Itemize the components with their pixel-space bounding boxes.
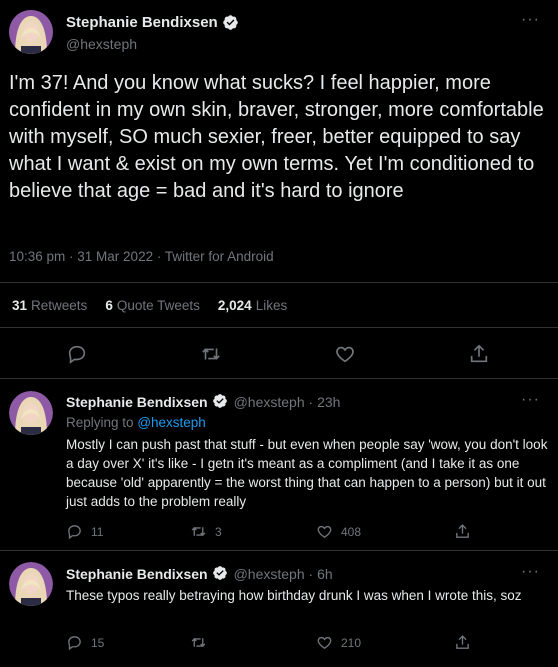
quote-tweets-stat[interactable]: 6 Quote Tweets [105,298,200,313]
engagement-stats: 31 Retweets 6 Quote Tweets 2,024 Likes [12,298,305,313]
like-action[interactable]: 210 [316,634,361,651]
reply-action[interactable]: 15 [66,634,104,651]
author-name[interactable]: Stephanie Bendixsen [66,14,218,31]
quote-tweets-count: 6 [105,298,113,313]
share-icon[interactable] [468,343,490,365]
reply-icon [66,634,83,651]
author-name[interactable]: Stephanie Bendixsen [66,566,208,582]
verified-badge-icon [222,14,239,31]
retweets-label: Retweets [31,298,88,313]
like-icon[interactable] [334,343,356,365]
author-handle[interactable]: @hexsteph [66,36,137,52]
replying-to-handle[interactable]: @hexsteph [137,415,206,430]
handle-timestamp[interactable]: @hexsteph · 6h [234,566,333,582]
verified-badge-icon [212,393,229,410]
verified-badge-icon [212,565,229,582]
replying-to-label: Replying to [66,415,134,430]
retweet-icon [190,634,207,651]
reply-header: Stephanie Bendixsen @hexsteph · 23h [66,393,340,410]
avatar[interactable] [9,562,53,606]
avatar[interactable] [9,10,53,54]
divider [0,378,558,379]
handle-timestamp[interactable]: @hexsteph · 23h [234,394,341,410]
retweet-action[interactable] [190,634,215,651]
retweets-stat[interactable]: 31 Retweets [12,298,87,313]
tweet-text: I'm 37! And you know what sucks? I feel … [9,72,544,202]
reply-text: Mostly I can push past that stuff - but … [66,437,548,509]
reply-count: 11 [91,524,104,539]
like-action[interactable]: 408 [316,523,361,540]
author-row: Stephanie Bendixsen [66,14,239,31]
divider [0,550,558,551]
reply-action[interactable]: 11 [66,523,103,540]
reply-text: These typos really betraying how birthda… [66,588,522,603]
reply-count: 15 [91,635,105,650]
share-action[interactable] [454,634,471,651]
share-icon [454,523,471,540]
quote-tweets-label: Quote Tweets [116,298,200,313]
tweet-meta[interactable]: 10:36 pm · 31 Mar 2022 · Twitter for And… [9,249,274,264]
retweet-icon [190,523,207,540]
like-count: 408 [341,524,362,539]
reply-icon[interactable] [66,343,88,365]
avatar[interactable] [9,391,53,435]
tweet-actions [0,343,558,365]
reply-icon [66,523,83,540]
share-action[interactable] [454,523,471,540]
more-options-icon[interactable]: ··· [521,563,540,581]
retweet-count: 3 [215,524,222,539]
reply-actions: 11 3 408 [66,523,486,541]
divider [0,327,558,328]
like-icon [316,634,333,651]
more-options-icon[interactable]: ··· [521,391,540,409]
likes-stat[interactable]: 2,024 Likes [218,298,287,313]
replying-to: Replying to @hexsteph [66,415,206,430]
retweet-action[interactable]: 3 [190,523,222,540]
retweet-icon[interactable] [200,343,222,365]
share-icon [454,634,471,651]
more-options-icon[interactable]: ··· [521,11,540,29]
likes-label: Likes [255,298,288,313]
reply-header: Stephanie Bendixsen @hexsteph · 6h [66,565,333,582]
like-count: 210 [341,635,362,650]
like-icon [316,523,333,540]
reply-actions: 15 210 [66,634,486,652]
divider [0,282,558,283]
likes-count: 2,024 [217,298,252,313]
retweets-count: 31 [12,298,28,313]
author-name[interactable]: Stephanie Bendixsen [66,394,208,410]
